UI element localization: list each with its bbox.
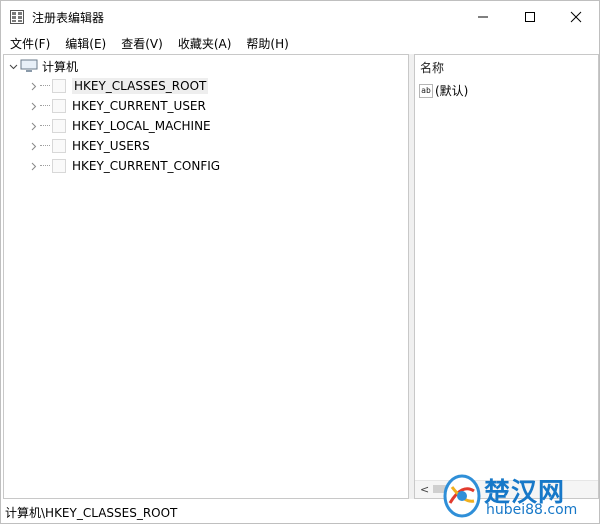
maximize-button[interactable]: [507, 1, 553, 32]
tree-node-computer[interactable]: 计算机: [8, 56, 78, 76]
registry-editor-window: 注册表编辑器 文件(F) 编辑(E) 查看(V) 收藏夹(A) 帮助(H) 计算…: [0, 0, 600, 524]
minimize-button[interactable]: [460, 1, 506, 32]
tree-node-label: HKEY_CURRENT_USER: [72, 99, 206, 113]
menu-bar: 文件(F) 编辑(E) 查看(V) 收藏夹(A) 帮助(H): [1, 32, 599, 54]
menu-help[interactable]: 帮助(H): [241, 33, 293, 54]
tree-node-hkey-users[interactable]: HKEY_USERS: [28, 136, 150, 156]
watermark-logo-icon: [443, 474, 481, 518]
tree-node-label: HKEY_LOCAL_MACHINE: [72, 119, 211, 133]
close-icon: [570, 11, 582, 22]
status-path: 计算机\HKEY_CLASSES_ROOT: [5, 506, 178, 520]
title-bar[interactable]: 注册表编辑器: [1, 1, 599, 32]
value-name: (默认): [435, 84, 469, 98]
watermark: 楚汉网 hubei88.com: [442, 472, 596, 520]
tree-connector: [40, 125, 50, 127]
watermark-domain: hubei88.com: [486, 502, 578, 518]
tree-node-hkey-local-machine[interactable]: HKEY_LOCAL_MACHINE: [28, 116, 211, 136]
folder-icon: [52, 99, 66, 113]
value-row-default[interactable]: ab (默认): [419, 82, 468, 99]
string-value-icon: ab: [419, 83, 433, 98]
value-list-pane[interactable]: 名称 ab (默认) <: [414, 54, 599, 499]
tree-connector: [40, 165, 50, 167]
folder-icon: [52, 159, 66, 173]
chevron-right-icon[interactable]: [28, 76, 38, 96]
chevron-right-icon[interactable]: [28, 156, 38, 176]
chevron-right-icon[interactable]: [28, 136, 38, 156]
minimize-icon: [478, 16, 488, 17]
key-tree-pane[interactable]: 计算机 HKEY_CLASSES_ROOT HKEY_CURRENT_USER: [3, 54, 409, 499]
maximize-icon: [525, 11, 535, 22]
folder-icon: [52, 139, 66, 153]
close-button[interactable]: [553, 1, 599, 32]
tree-node-hkey-current-config[interactable]: HKEY_CURRENT_CONFIG: [28, 156, 220, 176]
tree-node-label: HKEY_USERS: [72, 139, 150, 153]
window-title: 注册表编辑器: [32, 11, 105, 25]
menu-view[interactable]: 查看(V): [116, 33, 168, 54]
chevron-right-icon[interactable]: [28, 96, 38, 116]
tree-node-label: HKEY_CLASSES_ROOT: [72, 78, 209, 94]
column-header-name[interactable]: 名称: [420, 59, 444, 76]
tree-node-hkey-classes-root[interactable]: HKEY_CLASSES_ROOT: [28, 76, 209, 96]
menu-file[interactable]: 文件(F): [5, 33, 55, 54]
folder-icon: [52, 119, 66, 133]
regedit-app-icon: [10, 10, 24, 24]
computer-icon: [20, 59, 38, 72]
chevron-right-icon[interactable]: [28, 116, 38, 136]
tree-node-label: HKEY_CURRENT_CONFIG: [72, 159, 221, 173]
scroll-left-icon[interactable]: <: [420, 483, 429, 496]
chevron-down-icon[interactable]: [8, 56, 18, 76]
menu-edit[interactable]: 编辑(E): [60, 33, 111, 54]
tree-connector: [40, 145, 50, 147]
tree-node-hkey-current-user[interactable]: HKEY_CURRENT_USER: [28, 96, 206, 116]
menu-favorites[interactable]: 收藏夹(A): [173, 33, 237, 54]
tree-connector: [40, 85, 50, 87]
folder-icon: [52, 79, 66, 93]
tree-connector: [40, 105, 50, 107]
tree-node-label: 计算机: [42, 59, 79, 74]
